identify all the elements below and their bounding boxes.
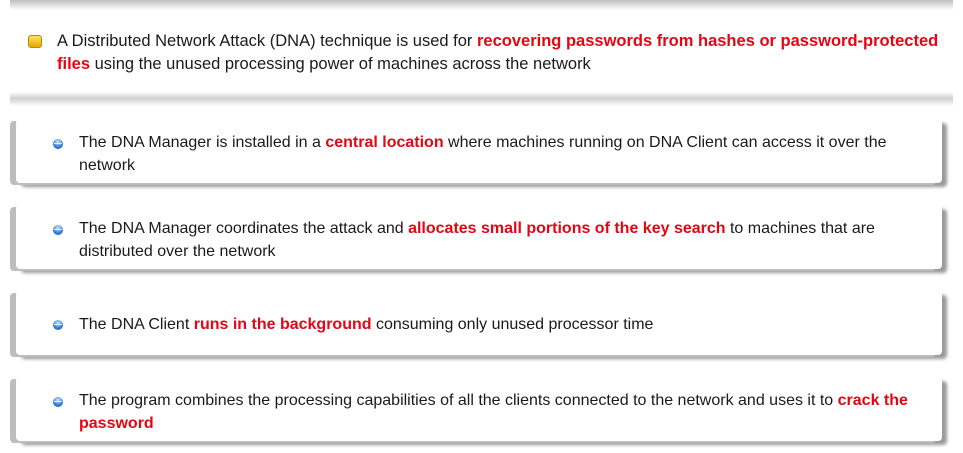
point-box: The DNA Manager coordinates the attack a… [16,205,942,269]
highlight: allocates small portions of the key sear… [408,220,726,237]
text: The DNA Client [79,316,194,333]
round-bullet-icon [53,397,63,407]
intro-paragraph: A Distributed Network Attack (DNA) techn… [57,30,947,76]
round-bullet-icon [53,225,63,235]
separator-band [10,92,953,106]
text: The program combines the processing capa… [79,392,838,409]
text: The DNA Manager is installed in a [79,134,326,151]
highlight: central location [325,134,444,151]
highlight: runs in the background [193,316,372,333]
point-box: The program combines the processing capa… [16,377,942,441]
text: consuming only unused processor time [371,316,654,333]
point-text: The DNA Client runs in the background co… [79,313,929,336]
square-bullet-icon [28,35,42,48]
intro-text: A Distributed Network Attack (DNA) techn… [57,32,478,50]
top-shadow-band [10,0,953,10]
intro-text-end: using the unused processing power of mac… [90,55,591,73]
point-box: The DNA Manager is installed in a centra… [16,119,942,183]
point-text: The DNA Manager coordinates the attack a… [79,217,929,263]
point-text: The DNA Manager is installed in a centra… [79,131,929,177]
point-text: The program combines the processing capa… [79,389,929,435]
round-bullet-icon [53,320,63,330]
text: The DNA Manager coordinates the attack a… [79,220,409,237]
point-box: The DNA Client runs in the background co… [16,291,942,355]
round-bullet-icon [53,139,63,149]
